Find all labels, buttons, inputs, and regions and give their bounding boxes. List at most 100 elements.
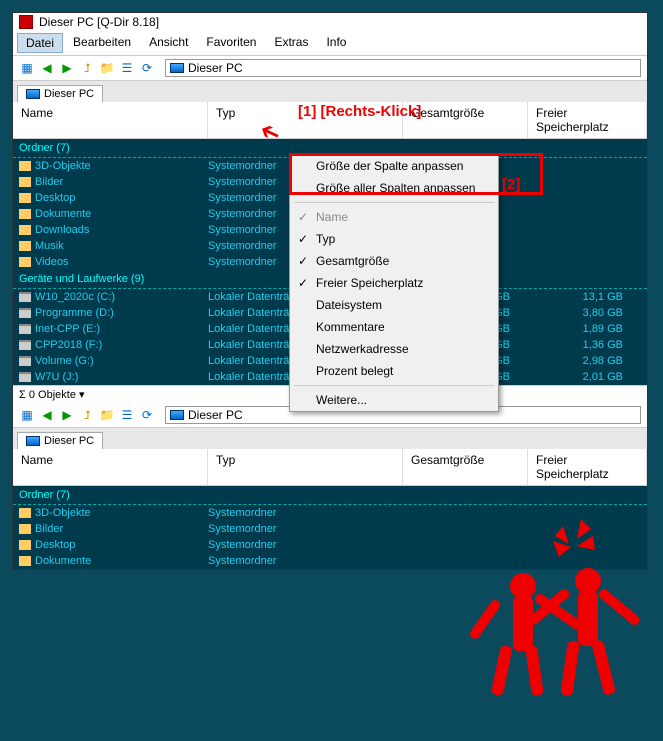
menu-info[interactable]: Info	[318, 33, 354, 53]
item-free	[528, 176, 641, 188]
item-free	[528, 240, 641, 252]
folder-icon	[19, 508, 31, 518]
address-bar[interactable]: Dieser PC	[165, 59, 641, 77]
ctx-size-column[interactable]: Größe der Spalte anpassen	[290, 155, 498, 177]
list-item[interactable]: Desktop Systemordner	[13, 537, 647, 553]
col-free[interactable]: Freier Speicherplatz	[528, 449, 647, 485]
ctx-col-typ[interactable]: Typ	[290, 228, 498, 250]
item-free	[528, 208, 641, 220]
item-free	[528, 539, 641, 551]
layout-icon[interactable]: ▦	[19, 407, 35, 423]
drive-icon	[19, 340, 31, 350]
list-item[interactable]: 3D-Objekte Systemordner	[13, 505, 647, 521]
list-item[interactable]: Bilder Systemordner	[13, 521, 647, 537]
column-header-2[interactable]: Name Typ Gesamtgröße Freier Speicherplat…	[13, 449, 647, 486]
ctx-col-percent[interactable]: Prozent belegt	[290, 360, 498, 382]
folder-icon	[19, 193, 31, 203]
ctx-col-fs[interactable]: Dateisystem	[290, 294, 498, 316]
tab-dieser-pc-2[interactable]: Dieser PC	[17, 432, 103, 449]
item-typ: Systemordner	[208, 555, 403, 567]
refresh-icon[interactable]: ⟳	[139, 60, 155, 76]
item-name: 3D-Objekte	[35, 160, 91, 172]
drive-icon	[19, 356, 31, 366]
group-folders-2[interactable]: Ordner (7)	[13, 486, 647, 505]
menu-bearbeiten[interactable]: Bearbeiten	[65, 33, 139, 53]
drive-icon	[19, 308, 31, 318]
list-item[interactable]: Dokumente Systemordner	[13, 553, 647, 569]
tabbar-2: Dieser PC	[13, 428, 647, 449]
folder-icon	[19, 225, 31, 235]
column-header-1[interactable]: Name Typ Gesamtgröße Freier Speicherplat…	[13, 102, 647, 139]
back-icon[interactable]: ◀	[39, 407, 55, 423]
tabbar-1: Dieser PC	[13, 81, 647, 102]
up-icon[interactable]: ⮥	[79, 407, 95, 423]
address-text: Dieser PC	[188, 408, 243, 422]
app-icon	[19, 15, 33, 29]
menu-ansicht[interactable]: Ansicht	[141, 33, 196, 53]
item-name: Inet-CPP (E:)	[35, 323, 100, 335]
forward-icon[interactable]: ▶	[59, 407, 75, 423]
view-icon[interactable]: ☰	[119, 407, 135, 423]
menu-datei[interactable]: Datei	[17, 33, 63, 53]
up-icon[interactable]: ⮥	[79, 60, 95, 76]
ctx-col-free[interactable]: Freier Speicherplatz	[290, 272, 498, 294]
file-pane-2: Ordner (7) 3D-Objekte Systemordner Bilde…	[13, 486, 647, 569]
item-free	[528, 256, 641, 268]
item-free	[528, 192, 641, 204]
col-name[interactable]: Name	[13, 102, 208, 138]
view-icon[interactable]: ☰	[119, 60, 135, 76]
item-typ: Systemordner	[208, 507, 403, 519]
folder-icon[interactable]: 📁	[99, 60, 115, 76]
item-name: W10_2020c (C:)	[35, 291, 115, 303]
item-size	[403, 539, 528, 551]
folder-icon	[19, 209, 31, 219]
col-name[interactable]: Name	[13, 449, 208, 485]
item-typ: Systemordner	[208, 523, 403, 535]
item-name: Volume (G:)	[35, 355, 94, 367]
item-name: Downloads	[35, 224, 89, 236]
menu-extras[interactable]: Extras	[266, 33, 316, 53]
ctx-size-all-columns[interactable]: Größe aller Spalten anpassen	[290, 177, 498, 199]
folder-icon	[19, 161, 31, 171]
ctx-col-name[interactable]: Name	[290, 206, 498, 228]
titlebar: Dieser PC [Q-Dir 8.18]	[13, 13, 647, 31]
ctx-more[interactable]: Weitere...	[290, 389, 498, 411]
col-free[interactable]: Freier Speicherplatz	[528, 102, 647, 138]
layout-icon[interactable]: ▦	[19, 60, 35, 76]
col-typ[interactable]: Typ	[208, 102, 403, 138]
back-icon[interactable]: ◀	[39, 60, 55, 76]
context-menu: Größe der Spalte anpassen Größe aller Sp…	[289, 154, 499, 412]
address-text: Dieser PC	[188, 61, 243, 75]
ctx-col-comments[interactable]: Kommentare	[290, 316, 498, 338]
refresh-icon[interactable]: ⟳	[139, 407, 155, 423]
item-free: 2,01 GB	[528, 371, 641, 383]
item-free: 2,98 GB	[528, 355, 641, 367]
item-name: Musik	[35, 240, 64, 252]
col-typ[interactable]: Typ	[208, 449, 403, 485]
item-typ: Systemordner	[208, 539, 403, 551]
item-free	[528, 224, 641, 236]
forward-icon[interactable]: ▶	[59, 60, 75, 76]
ctx-col-netaddr[interactable]: Netzwerkadresse	[290, 338, 498, 360]
item-name: CPP2018 (F:)	[35, 339, 102, 351]
col-size[interactable]: Gesamtgröße	[403, 102, 528, 138]
menubar: Datei Bearbeiten Ansicht Favoriten Extra…	[13, 31, 647, 56]
col-size[interactable]: Gesamtgröße	[403, 449, 528, 485]
item-free	[528, 523, 641, 535]
item-free: 1,36 GB	[528, 339, 641, 351]
ctx-col-size[interactable]: Gesamtgröße	[290, 250, 498, 272]
folder-icon	[19, 241, 31, 251]
tab-label: Dieser PC	[44, 435, 94, 447]
folder-icon[interactable]: 📁	[99, 407, 115, 423]
item-free: 1,89 GB	[528, 323, 641, 335]
item-name: Bilder	[35, 176, 63, 188]
folder-icon	[19, 556, 31, 566]
folder-icon	[19, 540, 31, 550]
tab-dieser-pc[interactable]: Dieser PC	[17, 85, 103, 102]
drive-icon	[19, 292, 31, 302]
separator	[294, 202, 494, 203]
item-name: Desktop	[35, 192, 75, 204]
window-title: Dieser PC [Q-Dir 8.18]	[39, 15, 159, 29]
menu-favoriten[interactable]: Favoriten	[198, 33, 264, 53]
toolbar-1: ▦ ◀ ▶ ⮥ 📁 ☰ ⟳ Dieser PC	[13, 56, 647, 81]
